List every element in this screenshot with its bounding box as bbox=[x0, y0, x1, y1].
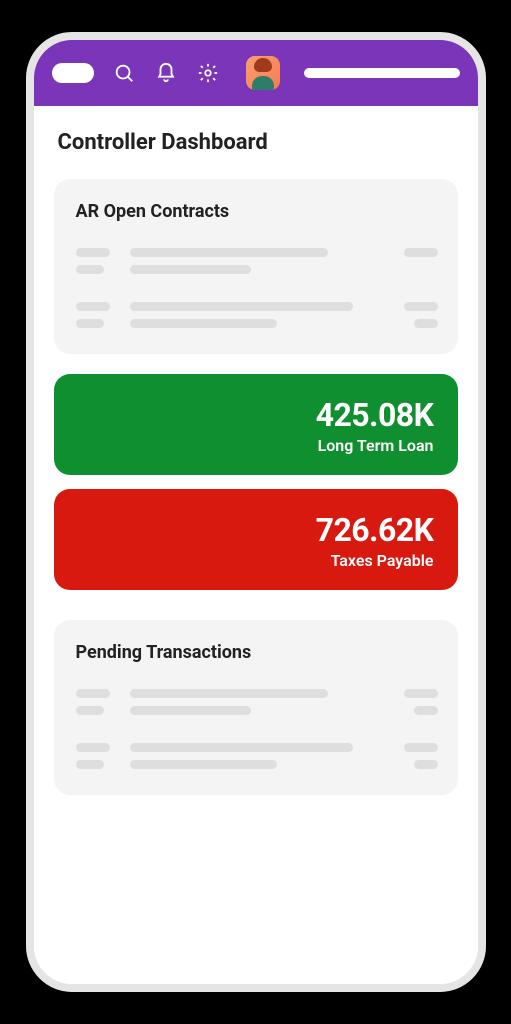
stat-value: 425.08K bbox=[78, 396, 434, 434]
card-ar-open-contracts[interactable]: AR Open Contracts bbox=[54, 179, 458, 354]
skeleton-placeholder bbox=[76, 689, 438, 769]
stat-label: Long Term Loan bbox=[78, 436, 434, 455]
header-progress-bar bbox=[304, 68, 460, 78]
stat-tile-long-term-loan[interactable]: 425.08K Long Term Loan bbox=[54, 374, 458, 475]
bell-icon[interactable] bbox=[154, 61, 178, 85]
card-title: AR Open Contracts bbox=[76, 201, 438, 222]
status-pill bbox=[52, 63, 94, 83]
stat-label: Taxes Payable bbox=[78, 551, 434, 570]
device-frame: Controller Dashboard AR Open Contracts 4… bbox=[26, 32, 486, 992]
page-content: Controller Dashboard AR Open Contracts 4… bbox=[34, 106, 478, 984]
stat-value: 726.62K bbox=[78, 511, 434, 549]
app-header bbox=[34, 40, 478, 106]
skeleton-placeholder bbox=[76, 248, 438, 328]
card-pending-transactions[interactable]: Pending Transactions bbox=[54, 620, 458, 795]
page-title: Controller Dashboard bbox=[58, 130, 458, 155]
gear-icon[interactable] bbox=[196, 61, 220, 85]
search-icon[interactable] bbox=[112, 61, 136, 85]
stat-tile-taxes-payable[interactable]: 726.62K Taxes Payable bbox=[54, 489, 458, 590]
avatar[interactable] bbox=[246, 56, 280, 90]
card-title: Pending Transactions bbox=[76, 642, 438, 663]
